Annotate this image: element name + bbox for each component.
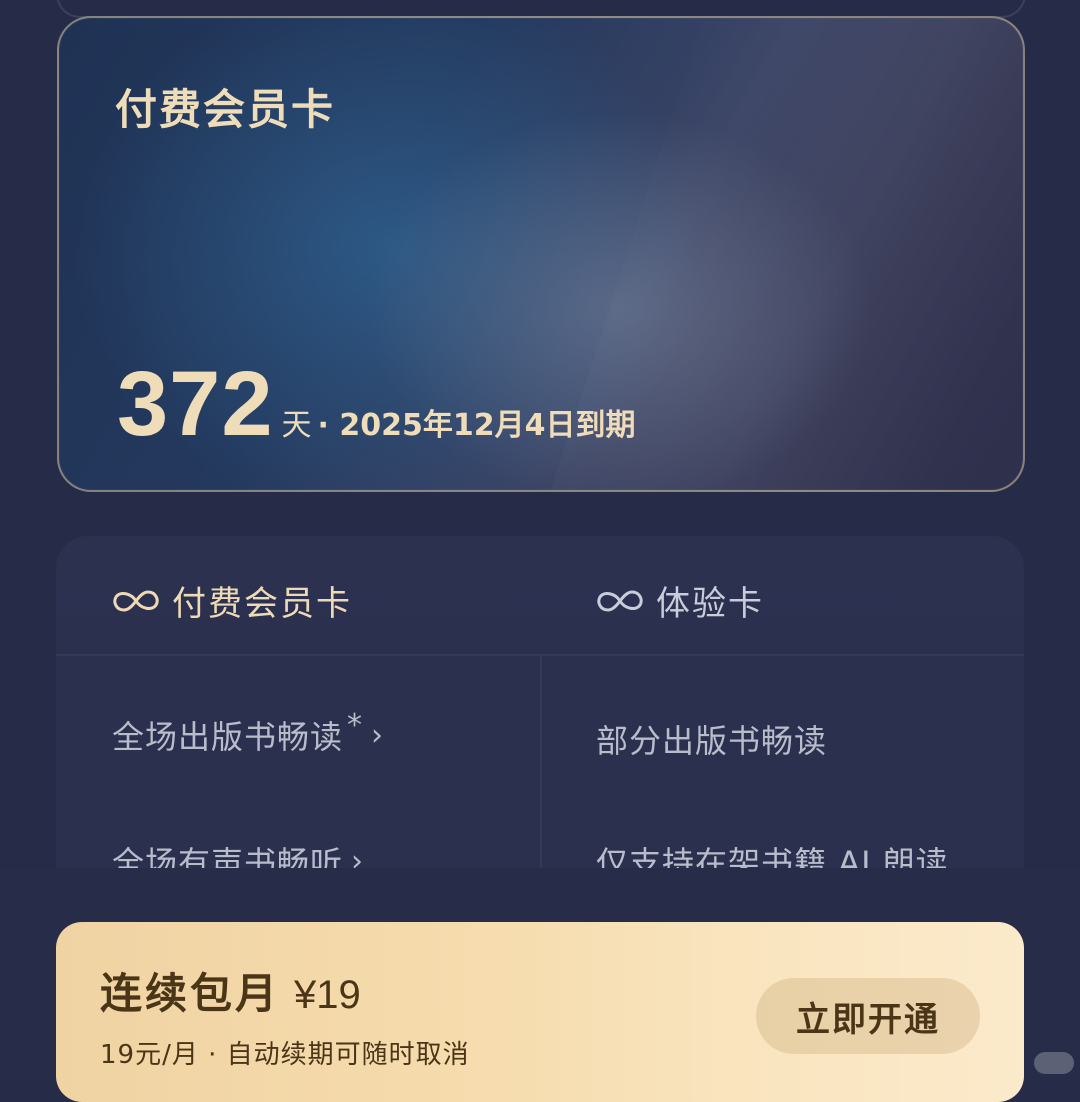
open-now-button[interactable]: 立即开通 xyxy=(756,978,980,1054)
feature-paid-ebooks[interactable]: 全场出版书畅读 * › xyxy=(112,708,385,758)
trial-card-column-title: 体验卡 xyxy=(656,584,764,624)
card-title: 付费会员卡 xyxy=(115,85,336,134)
remaining-days: 372 xyxy=(117,353,274,455)
trial-card-column-header: 体验卡 xyxy=(596,576,764,625)
paid-card-column-header: 付费会员卡 xyxy=(112,576,352,625)
plan-price: ¥19 xyxy=(294,973,361,1017)
days-unit: 天 xyxy=(281,408,312,443)
infinity-icon xyxy=(597,589,643,612)
card-validity: 372 天 · 2025年12月4日到期 xyxy=(117,358,635,450)
infinity-icon xyxy=(113,589,159,612)
expiry-date: · 2025年12月4日到期 xyxy=(317,408,636,443)
watermark-badge xyxy=(1034,1052,1074,1074)
plan-header: 连续包月 ¥19 xyxy=(100,960,361,1021)
membership-card: 付费会员卡 372 天 · 2025年12月4日到期 xyxy=(57,16,1025,492)
chevron-right-icon: › xyxy=(371,717,385,753)
feature-label: 全场出版书畅读 xyxy=(112,718,344,756)
plan-name: 连续包月 xyxy=(100,969,281,1018)
plan-note: 19元/月 · 自动续期可随时取消 xyxy=(100,1040,470,1070)
footnote-star: * xyxy=(347,707,364,743)
feature-trial-ebooks: 部分出版书畅读 xyxy=(596,716,827,762)
plan-card-monthly[interactable]: 连续包月 ¥19 19元/月 · 自动续期可随时取消 立即开通 xyxy=(56,922,1024,1102)
feature-label: 部分出版书畅读 xyxy=(596,722,828,760)
paid-card-column-title: 付费会员卡 xyxy=(172,584,352,624)
